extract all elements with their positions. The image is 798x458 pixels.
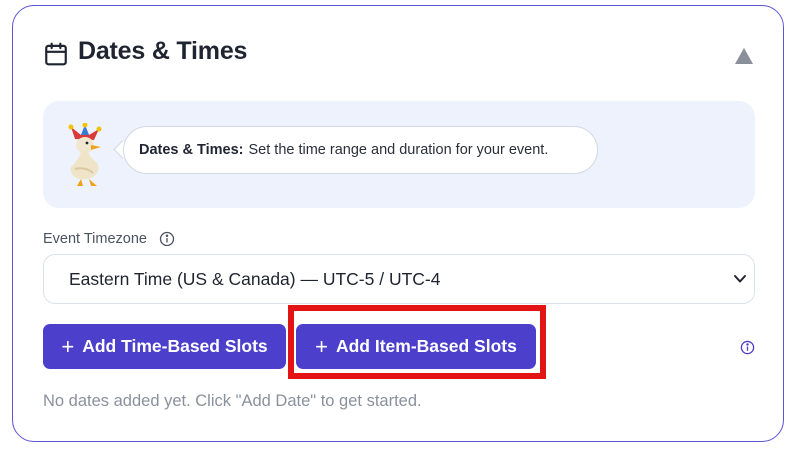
add-item-based-slots-button[interactable]: + Add Item-Based Slots — [296, 324, 536, 369]
add-time-based-slots-button[interactable]: + Add Time-Based Slots — [43, 324, 286, 369]
helper-title: Dates & Times: — [139, 142, 244, 158]
plus-icon: + — [315, 333, 328, 359]
section-title: Dates & Times — [78, 37, 248, 65]
timezone-select[interactable]: Eastern Time (US & Canada) — UTC-5 / UTC… — [43, 254, 755, 304]
helper-text: Set the time range and duration for your… — [248, 142, 549, 158]
info-icon[interactable] — [740, 340, 755, 355]
helper-panel: Dates & Times: Set the time range and du… — [43, 101, 755, 208]
calendar-icon — [45, 42, 67, 66]
dates-times-card: Dates & Times Dates & Times: Set the tim… — [12, 5, 784, 442]
timezone-label: Event Timezone — [43, 231, 147, 247]
helper-speech-bubble: Dates & Times: Set the time range and du… — [123, 126, 598, 174]
chevron-down-icon — [734, 275, 746, 283]
add-item-based-slots-label: Add Item-Based Slots — [335, 336, 517, 356]
caret-up-icon[interactable] — [733, 46, 755, 66]
empty-state-message: No dates added yet. Click "Add Date" to … — [43, 392, 422, 410]
add-time-based-slots-label: Add Time-Based Slots — [82, 336, 268, 356]
jester-duck-mascot — [68, 123, 102, 186]
plus-icon: + — [61, 333, 75, 359]
timezone-selected-value: Eastern Time (US & Canada) — UTC-5 / UTC… — [69, 268, 441, 289]
timezone-label-row: Event Timezone — [43, 231, 175, 247]
info-icon[interactable] — [159, 231, 175, 247]
